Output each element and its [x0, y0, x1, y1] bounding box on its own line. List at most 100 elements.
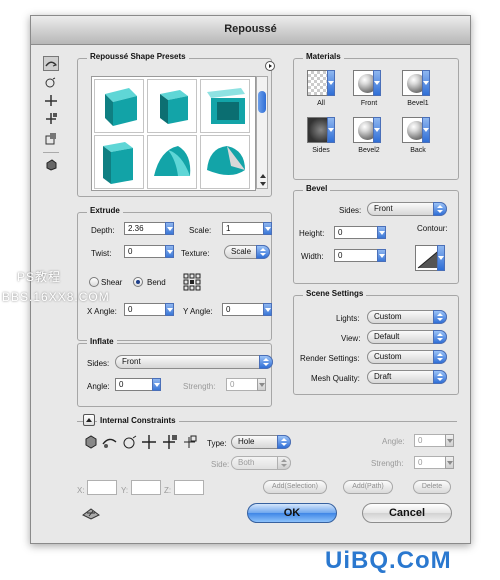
mesh-quality-select[interactable]: Draft: [367, 370, 447, 384]
watermark-corner-logo: UiBQ.CoM: [325, 547, 452, 574]
x-angle-field[interactable]: 0: [124, 303, 174, 316]
y-coord-field[interactable]: [131, 480, 161, 495]
preset-cube-4[interactable]: [94, 135, 144, 189]
inflate-strength-label: Strength:: [183, 382, 216, 391]
scroll-thumb[interactable]: [258, 91, 266, 113]
toggle-extras-icon[interactable]: [81, 506, 101, 520]
constraint-side-label: Side:: [211, 460, 230, 469]
presets-grid: [91, 76, 256, 191]
drag-constraint-icon[interactable]: [141, 434, 159, 450]
add-path-button[interactable]: Add(Path): [343, 480, 393, 494]
z-coord-field[interactable]: [174, 480, 204, 495]
scale-label: Scale:: [189, 226, 212, 235]
shear-label: Shear: [101, 278, 123, 287]
window-title: Repoussé: [224, 23, 277, 35]
slide-object-icon[interactable]: [44, 112, 58, 125]
material-back-swatch[interactable]: [402, 117, 430, 143]
watermark-line1: PS教程: [17, 270, 62, 284]
y-angle-label: Y Angle:: [183, 307, 213, 316]
material-all-swatch[interactable]: [307, 70, 335, 96]
preset-cube-2[interactable]: [147, 79, 197, 133]
ok-button[interactable]: OK: [247, 503, 337, 523]
scale-field[interactable]: 1: [222, 222, 272, 235]
material-sides-label: Sides: [312, 147, 330, 154]
constraint-tools: [83, 434, 205, 450]
bevel-width-label: Width:: [301, 252, 324, 261]
title-bar[interactable]: Repoussé: [31, 16, 470, 45]
lights-select[interactable]: Custom: [367, 310, 447, 324]
collapse-constraints-button[interactable]: [83, 414, 95, 426]
tool-divider: [43, 152, 59, 153]
bend-radio[interactable]: [133, 277, 143, 287]
scale-object-icon[interactable]: [44, 132, 58, 145]
watermark-line2: BBS.16XX8.COM: [2, 290, 110, 304]
material-front-swatch[interactable]: [353, 70, 381, 96]
bevel-title: Bevel: [303, 184, 331, 193]
bevel-width-field[interactable]: 0: [334, 249, 386, 262]
constraint-side-select[interactable]: Both: [231, 456, 291, 470]
bevel-sides-select[interactable]: Front: [367, 202, 447, 216]
inflate-sides-select[interactable]: Front: [115, 355, 273, 369]
cancel-button[interactable]: Cancel: [362, 503, 452, 523]
lights-label: Lights:: [336, 314, 360, 323]
camera-view-icon[interactable]: [44, 158, 58, 171]
twist-field[interactable]: 0: [124, 245, 174, 258]
rotate-constraint-icon[interactable]: [101, 434, 119, 450]
material-bevel2-swatch[interactable]: [353, 117, 381, 143]
view-select[interactable]: Default: [367, 330, 447, 344]
y-angle-field[interactable]: 0: [222, 303, 272, 316]
rotate-object-icon[interactable]: [43, 56, 59, 71]
material-front-label: Front: [360, 100, 378, 107]
contour-label: Contour:: [417, 224, 448, 233]
repousse-dialog: Repoussé Repoussé Shape Presets Extrude …: [30, 15, 471, 544]
contour-picker[interactable]: [415, 245, 445, 271]
bevel-height-field[interactable]: 0: [334, 226, 386, 239]
inflate-angle-field[interactable]: 0: [115, 378, 161, 391]
reference-point-icon[interactable]: [183, 273, 201, 291]
roll-object-icon[interactable]: [44, 76, 58, 89]
mesh-quality-label: Mesh Quality:: [311, 374, 360, 383]
preset-cube-3[interactable]: [200, 79, 250, 133]
constraint-angle-field[interactable]: 0: [414, 434, 454, 447]
constraint-strength-field[interactable]: 0: [414, 456, 454, 469]
material-back-label: Back: [410, 147, 426, 154]
roll-constraint-icon[interactable]: [121, 434, 139, 450]
material-bevel2-label: Bevel2: [358, 147, 380, 154]
presets-menu-icon[interactable]: [265, 61, 275, 71]
add-selection-button[interactable]: Add(Selection): [263, 480, 327, 494]
scale-constraint-icon[interactable]: [181, 434, 199, 450]
inflate-title: Inflate: [87, 337, 117, 346]
slide-constraint-icon[interactable]: [161, 434, 179, 450]
render-settings-select[interactable]: Custom: [367, 350, 447, 364]
inflate-strength-field[interactable]: 0: [226, 378, 266, 391]
constraint-angle-label: Angle:: [382, 437, 405, 446]
materials-title: Materials: [303, 52, 344, 61]
select-constraint-icon[interactable]: [83, 434, 99, 450]
preset-cube-1[interactable]: [94, 79, 144, 133]
constraint-type-label: Type:: [207, 439, 227, 448]
shear-radio[interactable]: [89, 277, 99, 287]
x-coord-field[interactable]: [87, 480, 117, 495]
material-sides-swatch[interactable]: [307, 117, 335, 143]
bevel-sides-label: Sides:: [339, 206, 362, 215]
view-label: View:: [341, 334, 361, 343]
bend-label: Bend: [147, 278, 166, 287]
presets-title: Repoussé Shape Presets: [87, 52, 189, 61]
tool-strip: [41, 54, 61, 204]
constraints-title: Internal Constraints: [97, 416, 179, 425]
depth-field[interactable]: 2.36: [124, 222, 174, 235]
x-angle-label: X Angle:: [87, 307, 117, 316]
material-all-label: All: [317, 100, 325, 107]
constraint-type-select[interactable]: Hole: [231, 435, 291, 449]
y-coord-label: Y:: [121, 486, 129, 495]
bevel-height-label: Height:: [299, 229, 325, 238]
delete-button[interactable]: Delete: [413, 480, 451, 494]
preset-cone-shape[interactable]: [200, 135, 250, 189]
inflate-sides-label: Sides:: [87, 359, 110, 368]
presets-scrollbar[interactable]: [256, 76, 268, 189]
preset-twisted-shape[interactable]: [147, 135, 197, 189]
texture-select[interactable]: Scale: [224, 245, 270, 259]
material-bevel1-swatch[interactable]: [402, 70, 430, 96]
drag-object-icon[interactable]: [44, 94, 58, 107]
texture-label: Texture:: [181, 249, 210, 258]
